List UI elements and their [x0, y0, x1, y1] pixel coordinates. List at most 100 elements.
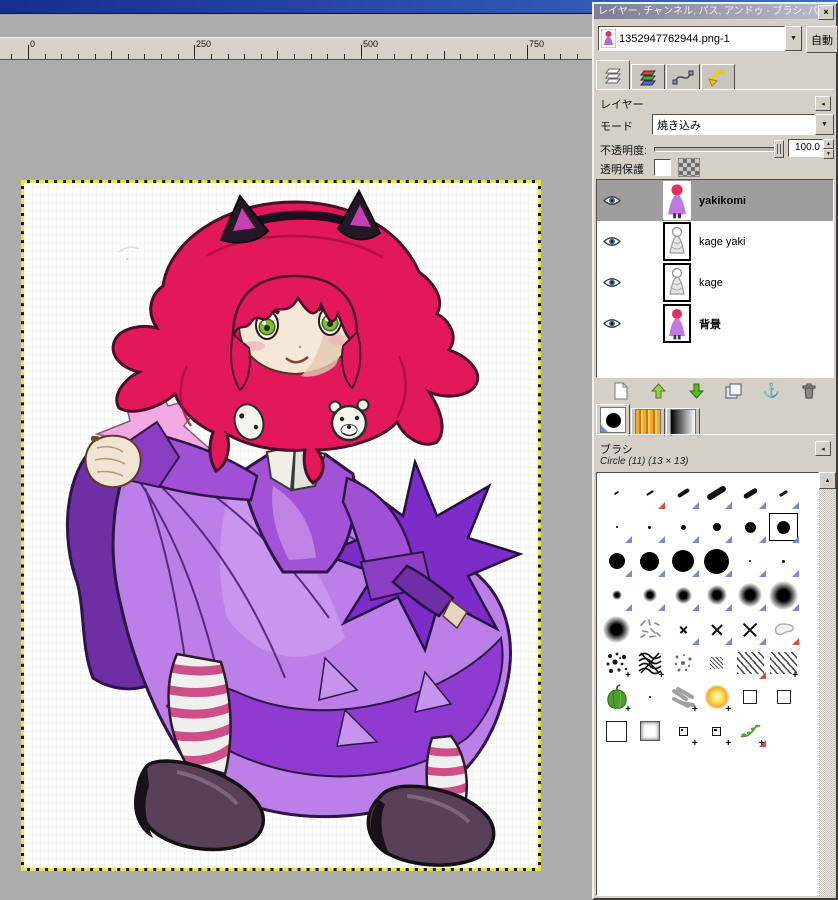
layer-name[interactable]: kage [699, 277, 723, 289]
mode-chevron-down-icon[interactable]: ▼ [815, 114, 834, 135]
opacity-spinner[interactable]: ▲ ▼ [823, 139, 834, 159]
layer-thumbnail[interactable] [663, 263, 691, 302]
brush-cell-dot[interactable] [734, 544, 767, 578]
opacity-slider-handle[interactable] [774, 140, 784, 158]
brush-cell-confetti[interactable] [633, 612, 666, 646]
brush-cell-slash[interactable] [734, 476, 767, 510]
mode-dropdown[interactable]: 焼き込み [652, 114, 815, 135]
layer-visibility-eye-icon[interactable] [597, 277, 627, 288]
opacity-slider[interactable] [654, 147, 782, 152]
layer-row[interactable]: 背景 [597, 303, 833, 344]
brush-cell-splatlight[interactable] [667, 646, 700, 680]
layer-visibility-eye-icon[interactable] [597, 195, 627, 206]
lower-layer-icon[interactable] [683, 380, 709, 402]
layer-visibility-eye-icon[interactable] [597, 318, 627, 329]
brush-cell-sprig[interactable]: + [734, 714, 767, 749]
layer-row[interactable]: kage yaki [597, 221, 833, 262]
brush-cell-fuzzy[interactable] [633, 578, 666, 612]
brush-cell-dot[interactable] [633, 544, 666, 578]
brush-cell-dot[interactable] [734, 510, 767, 544]
brush-cell-dot[interactable] [700, 510, 733, 544]
tab-channels[interactable] [631, 64, 665, 90]
dialog-titlebar[interactable]: レイヤー, チャンネル, パス, アンドゥ - ブラシ, パ [594, 4, 836, 19]
keep-transparency-checkbox[interactable] [654, 159, 671, 176]
brush-cell-sq[interactable] [734, 680, 767, 714]
brush-cell-dot[interactable] [767, 544, 800, 578]
brush-cell-x[interactable] [700, 612, 733, 646]
image-canvas-area[interactable] [21, 180, 541, 871]
canvas-white-background[interactable] [24, 183, 538, 868]
brush-cell-blank[interactable] [767, 714, 800, 748]
brushes-menu-button[interactable]: ◂ [815, 441, 831, 456]
brush-cell-fuzzy[interactable] [667, 578, 700, 612]
scroll-up-icon[interactable]: ▲ [819, 472, 836, 489]
brush-cell-microsq[interactable]: + [667, 714, 700, 749]
spin-down-icon[interactable]: ▼ [823, 149, 834, 159]
layer-thumbnail[interactable] [663, 181, 691, 220]
brush-cell-dot[interactable] [767, 510, 800, 544]
layer-row[interactable]: yakikomi [597, 180, 833, 221]
layer-name[interactable]: kage yaki [699, 236, 745, 248]
tab-gradients[interactable] [666, 408, 700, 436]
brush-cell-fuzzy[interactable] [700, 578, 733, 612]
brush-cell-microsq[interactable]: + [700, 714, 733, 749]
layers-menu-button[interactable]: ◂ [815, 96, 831, 111]
brush-cell-dot[interactable] [633, 680, 666, 714]
brush-cell-hatch[interactable] [700, 646, 733, 680]
brush-cell-fuzzy[interactable] [767, 578, 800, 612]
brush-cell-scribble[interactable]: + [633, 646, 666, 681]
layer-visibility-eye-icon[interactable] [597, 236, 627, 247]
raise-layer-icon[interactable] [645, 380, 671, 402]
brush-cell-dot[interactable] [600, 510, 633, 544]
brush-cell-slash[interactable] [667, 476, 700, 510]
image-selector-field[interactable]: 1352947762944.png-1 [598, 26, 785, 51]
tab-patterns[interactable] [631, 408, 665, 436]
brush-cell-splat[interactable]: + [600, 646, 633, 681]
anchor-layer-icon[interactable]: ⚓ [758, 380, 784, 402]
brush-cell-fuzzsq[interactable] [633, 714, 666, 748]
close-icon[interactable]: × [818, 5, 834, 20]
opacity-value-field[interactable]: 100.0 [788, 139, 823, 157]
brush-scrollbar[interactable]: ▲ [819, 472, 836, 896]
image-selector-combo[interactable]: 1352947762944.png-1 ▼ [598, 26, 802, 51]
brush-grid[interactable]: + + + + + + + + + [596, 472, 819, 896]
brush-cell-shape3d[interactable] [767, 612, 800, 646]
brush-cell-slash[interactable] [700, 476, 733, 510]
brush-cell-x[interactable] [734, 612, 767, 646]
brush-cell-dot[interactable] [700, 544, 733, 578]
delete-layer-icon[interactable] [796, 380, 822, 402]
layer-thumbnail[interactable] [663, 304, 691, 343]
horizontal-ruler[interactable]: 0 250 500 750 [0, 37, 592, 60]
brush-cell-fuzzy[interactable] [734, 578, 767, 612]
layer-name[interactable]: 背景 [699, 316, 721, 332]
brush-cell-slash[interactable] [600, 476, 633, 510]
brush-cell-lines[interactable] [734, 646, 767, 680]
chevron-down-icon[interactable]: ▼ [785, 26, 802, 51]
auto-button[interactable]: 自動 [806, 26, 838, 53]
brush-cell-orb[interactable]: + [700, 680, 733, 715]
brush-cell-slash[interactable] [767, 476, 800, 510]
brush-cell-smudge[interactable]: + [667, 680, 700, 715]
tab-layers[interactable] [596, 60, 630, 90]
layer-thumbnail[interactable] [663, 222, 691, 261]
duplicate-layer-icon[interactable] [721, 380, 747, 402]
brush-cell-sq[interactable] [600, 714, 633, 748]
brush-cell-slash[interactable] [633, 476, 666, 510]
brush-cell-fuzzy[interactable] [600, 612, 633, 646]
layer-list[interactable]: yakikomi kage yaki kage 背景 [596, 179, 834, 378]
layer-row[interactable]: kage [597, 262, 833, 303]
brush-cell-pepper[interactable]: + [600, 680, 633, 715]
brush-cell-dot[interactable] [667, 544, 700, 578]
tab-undo-history[interactable] [701, 64, 735, 90]
layer-name[interactable]: yakikomi [699, 195, 746, 207]
tab-brushes[interactable] [596, 404, 630, 436]
brush-cell-dot[interactable] [667, 510, 700, 544]
spin-up-icon[interactable]: ▲ [823, 139, 834, 149]
brush-cell-dot[interactable] [600, 544, 633, 578]
tab-paths[interactable] [666, 64, 700, 90]
brush-cell-sq[interactable] [767, 680, 800, 714]
brush-cell-dot[interactable] [633, 510, 666, 544]
brush-cell-x[interactable] [667, 612, 700, 646]
new-layer-icon[interactable] [608, 380, 634, 402]
brush-cell-fuzzy[interactable] [600, 578, 633, 612]
